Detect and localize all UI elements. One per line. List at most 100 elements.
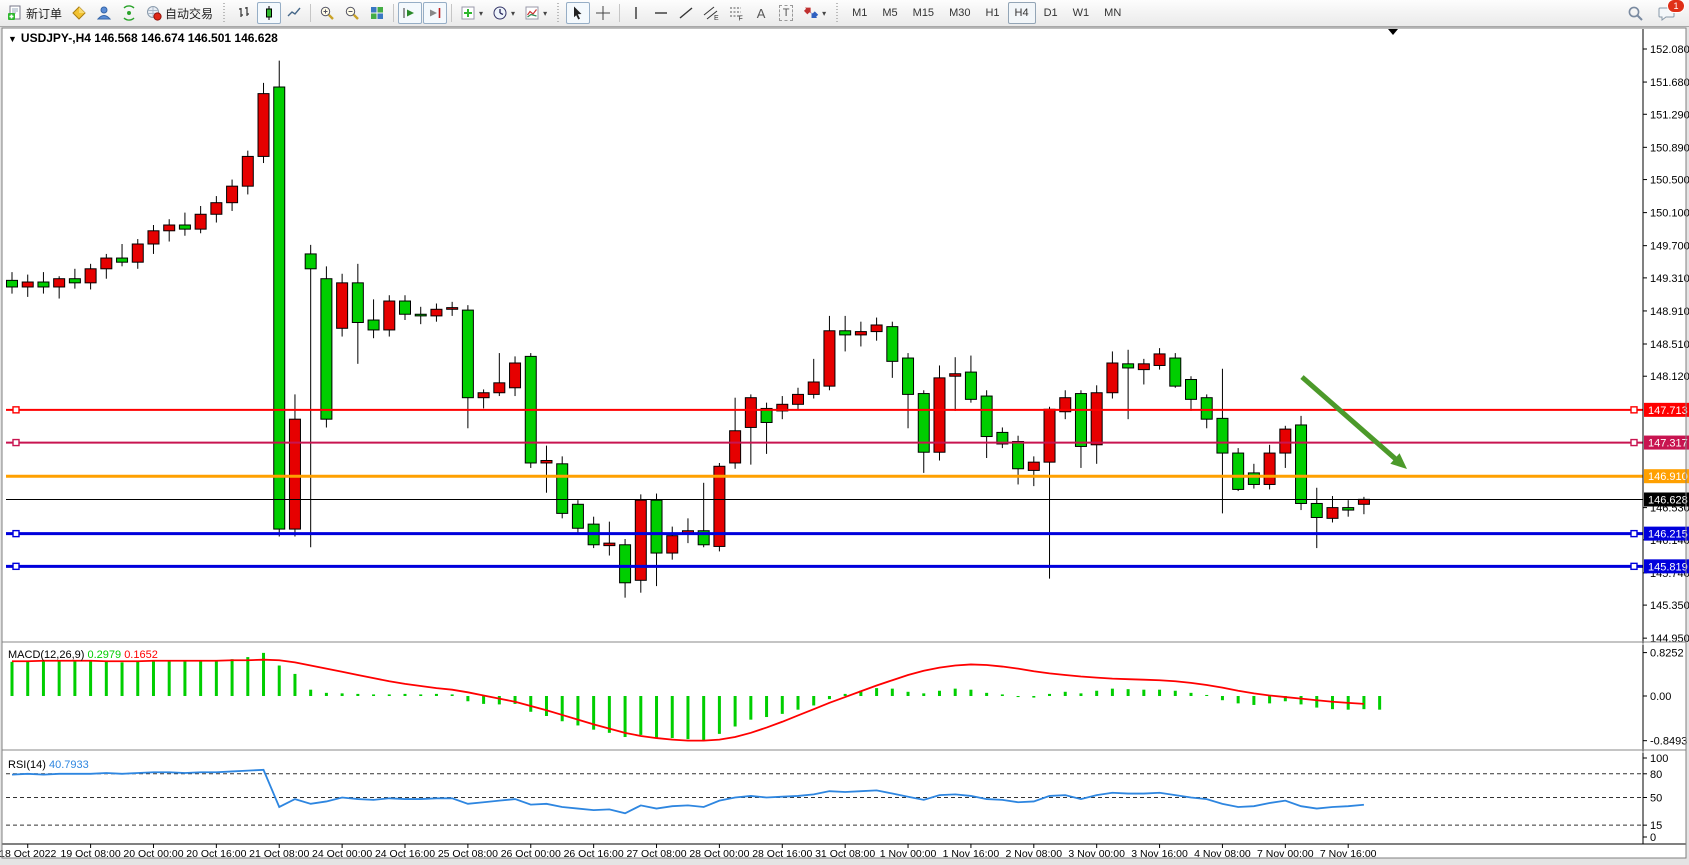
symbol-caret-icon[interactable]: ▼ — [8, 34, 17, 44]
cursor-arrow-icon — [570, 5, 586, 21]
svg-text:146.910: 146.910 — [1648, 471, 1688, 483]
svg-text:RSI(14) 40.7933: RSI(14) 40.7933 — [8, 759, 89, 771]
indicators-icon — [460, 5, 476, 21]
svg-text:MACD(12,26,9) 0.2979 0.1652: MACD(12,26,9) 0.2979 0.1652 — [8, 649, 158, 661]
indicators-button[interactable]: ▾ — [456, 2, 487, 24]
svg-text:145.819: 145.819 — [1648, 561, 1688, 573]
chart-window: ▼ USDJPY-,H4 146.568 146.674 146.501 146.… — [0, 27, 1689, 865]
autotrade-button[interactable]: 自动交易 — [142, 2, 217, 24]
crosshair-icon — [595, 5, 611, 21]
horizontal-line-icon — [653, 5, 669, 21]
text-tool-button[interactable]: A — [749, 2, 773, 24]
rsi-axis-label: 80 — [1650, 769, 1662, 781]
svg-text:146.628: 146.628 — [1648, 494, 1688, 506]
macd-label: MACD(12,26,9) 0.2979 0.1652 — [8, 649, 158, 661]
timeframe-w1-button[interactable]: W1 — [1066, 2, 1097, 24]
rsi-axis-label: 100 — [1650, 753, 1668, 765]
price-tick-label: 152.080 — [1650, 44, 1689, 56]
line-chart-icon — [286, 5, 302, 21]
price-tick-label: 151.290 — [1650, 109, 1689, 121]
candle — [258, 83, 269, 163]
timeframe-h4-button[interactable]: H4 — [1008, 2, 1036, 24]
price-tick-label: 144.950 — [1650, 633, 1689, 645]
main-toolbar: 新订单 自动交易 — [0, 0, 1689, 27]
zoom-in-button[interactable] — [315, 2, 339, 24]
text-label-tool-button[interactable]: T — [774, 2, 798, 24]
new-order-label: 新订单 — [26, 5, 62, 22]
candle — [1170, 353, 1181, 388]
signals-radar-icon — [121, 5, 137, 21]
timeframe-h1-button[interactable]: H1 — [978, 2, 1006, 24]
candle — [337, 274, 348, 337]
templates-icon — [524, 5, 540, 21]
macd-axis-label: 0.8252 — [1650, 648, 1684, 660]
signals-button[interactable] — [117, 2, 141, 24]
candle — [635, 494, 646, 592]
trendline-icon — [678, 5, 694, 21]
price-badge-147.713: 147.713 — [1644, 403, 1689, 417]
metaeditor-button[interactable] — [67, 2, 91, 24]
price-tick-label: 149.700 — [1650, 241, 1689, 253]
macd-axis-label: -0.8493 — [1650, 736, 1687, 748]
macd-axis-label: 0.00 — [1650, 691, 1671, 703]
price-tick-label: 149.310 — [1650, 273, 1689, 285]
timeframe-m1-button[interactable]: M1 — [845, 2, 874, 24]
horizontal-line-tool-button[interactable] — [649, 2, 673, 24]
timeframe-m30-button[interactable]: M30 — [942, 2, 977, 24]
price-tick-label: 148.510 — [1650, 339, 1689, 351]
chat-button[interactable]: 1 — [1654, 2, 1680, 24]
svg-text:F: F — [739, 16, 743, 22]
profile-button[interactable] — [92, 2, 116, 24]
price-badge-146.628: 146.628 — [1644, 492, 1689, 506]
templates-button[interactable]: ▾ — [520, 2, 551, 24]
auto-scroll-icon — [402, 5, 418, 21]
chart-canvas[interactable]: 152.080151.680151.290150.890150.500150.1… — [0, 27, 1689, 865]
rsi-axis-label: 15 — [1650, 820, 1662, 832]
timeframe-d1-button[interactable]: D1 — [1037, 2, 1065, 24]
dropdown-caret-icon: ▾ — [511, 9, 515, 18]
zoom-out-icon — [344, 5, 360, 21]
chart-shift-button[interactable] — [423, 2, 447, 24]
price-tick-label: 145.350 — [1650, 600, 1689, 612]
line-chart-mode-button[interactable] — [282, 2, 306, 24]
new-order-icon — [7, 5, 23, 21]
fibonacci-icon: F — [728, 5, 744, 21]
toolbar-separator — [451, 4, 452, 22]
periods-button[interactable]: ▾ — [488, 2, 519, 24]
svg-text:147.317: 147.317 — [1648, 438, 1688, 450]
timeframe-mn-button[interactable]: MN — [1097, 2, 1128, 24]
notification-badge: 1 — [1667, 0, 1685, 13]
metaeditor-diamond-icon — [71, 5, 87, 21]
crosshair-tool-button[interactable] — [591, 2, 615, 24]
autotrade-label: 自动交易 — [165, 5, 213, 22]
bar-chart-icon — [236, 5, 252, 21]
timeframe-m15-button[interactable]: M15 — [906, 2, 941, 24]
arrows-tool-icon — [803, 5, 819, 21]
toolbar-separator — [619, 4, 620, 22]
tile-windows-button[interactable] — [365, 2, 389, 24]
channel-tool-button[interactable]: E — [699, 2, 723, 24]
vertical-line-tool-button[interactable] — [624, 2, 648, 24]
candle — [1233, 448, 1244, 491]
toolbar-separator — [393, 4, 394, 22]
candlestick-icon — [261, 5, 277, 21]
candle — [321, 266, 332, 427]
text-tool-icon: A — [757, 6, 766, 21]
chart-shift-icon — [427, 5, 443, 21]
auto-scroll-button[interactable] — [398, 2, 422, 24]
cursor-tool-button[interactable] — [566, 2, 590, 24]
arrows-tool-button[interactable]: ▾ — [799, 2, 830, 24]
rsi-label: RSI(14) 40.7933 — [8, 759, 89, 771]
timeframe-m5-button[interactable]: M5 — [875, 2, 904, 24]
zoom-out-button[interactable] — [340, 2, 364, 24]
candlestick-mode-button[interactable] — [257, 2, 281, 24]
rsi-axis-label: 50 — [1650, 793, 1662, 805]
search-button[interactable] — [1623, 2, 1648, 24]
bar-chart-mode-button[interactable] — [232, 2, 256, 24]
price-badge-147.317: 147.317 — [1644, 436, 1689, 450]
toolbar-grip — [221, 3, 228, 23]
chart-title-text: USDJPY-,H4 146.568 146.674 146.501 146.6… — [21, 31, 278, 45]
fibonacci-tool-button[interactable]: F — [724, 2, 748, 24]
new-order-button[interactable]: 新订单 — [3, 2, 66, 24]
trendline-tool-button[interactable] — [674, 2, 698, 24]
